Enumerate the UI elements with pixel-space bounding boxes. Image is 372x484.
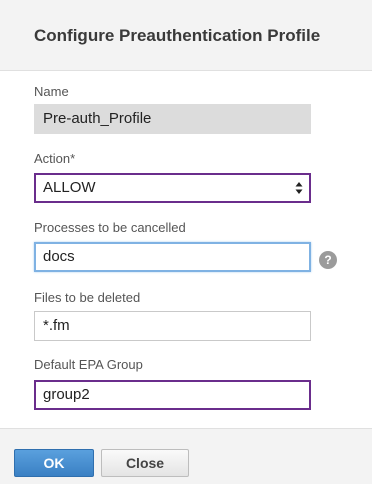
epa-group-label: Default EPA Group <box>34 357 143 372</box>
files-input[interactable]: *.fm <box>34 311 311 341</box>
configure-preauth-dialog: Configure Preauthentication Profile Name… <box>0 0 372 484</box>
dialog-footer: OK Close <box>0 428 372 484</box>
files-label: Files to be deleted <box>34 290 141 305</box>
name-label: Name <box>34 84 69 99</box>
action-selected-value: ALLOW <box>43 179 96 196</box>
close-button[interactable]: Close <box>101 449 189 477</box>
epa-group-input[interactable]: group2 <box>34 380 311 410</box>
name-field: Pre-auth_Profile <box>34 104 311 134</box>
processes-label: Processes to be cancelled <box>34 220 186 235</box>
action-select[interactable]: ALLOW <box>34 173 311 203</box>
dialog-title: Configure Preauthentication Profile <box>34 26 321 45</box>
ok-button[interactable]: OK <box>14 449 94 477</box>
select-arrows-icon <box>295 182 303 194</box>
dialog-header: Configure Preauthentication Profile <box>0 0 372 71</box>
processes-input[interactable]: docs <box>34 242 311 272</box>
action-label: Action* <box>34 151 76 166</box>
help-icon[interactable]: ? <box>319 251 337 269</box>
